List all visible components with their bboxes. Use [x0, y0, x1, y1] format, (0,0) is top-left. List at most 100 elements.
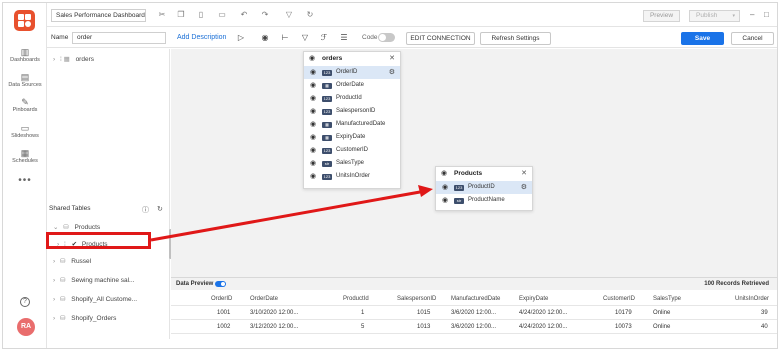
card-title: orders	[322, 55, 343, 62]
name-input[interactable]: order	[72, 32, 166, 44]
name-label: Name	[51, 34, 69, 41]
column-header[interactable]: SalesType	[653, 296, 681, 302]
column-header[interactable]: ManufacturedDate	[451, 296, 500, 302]
filter-icon[interactable]: ▽	[300, 32, 310, 43]
eye-icon[interactable]: ◉	[310, 157, 316, 170]
column-header[interactable]: UnitsInOrder	[735, 296, 769, 302]
shared-table-item[interactable]: ⌄ ⛁ Products	[53, 223, 100, 231]
redo-icon[interactable]: ↷	[260, 10, 270, 20]
field-row[interactable]: ◉ 123 CustomerID	[304, 144, 400, 157]
eye-icon[interactable]: ◉	[442, 194, 448, 207]
eye-icon[interactable]: ◉	[442, 181, 448, 194]
field-row[interactable]: ◉ str ProductName	[436, 194, 532, 207]
settings-sliders-icon[interactable]: ☰	[339, 32, 349, 43]
save-button[interactable]: Save	[681, 32, 724, 45]
table-orders[interactable]: › ⁞ ▦ orders	[53, 55, 94, 63]
field-row[interactable]: ◉ 123 ProductId	[304, 92, 400, 105]
copy-icon[interactable]: ❐	[176, 10, 186, 20]
minimize-icon[interactable]: –	[750, 10, 754, 19]
field-row[interactable]: ◉ 123 UnitsInOrder	[304, 170, 400, 183]
field-row[interactable]: ◉ ▦ ExpiryDate	[304, 131, 400, 144]
close-icon[interactable]: ✕	[521, 167, 527, 181]
paste-icon[interactable]: ▯	[196, 10, 206, 20]
eye-icon[interactable]: ◉	[310, 92, 316, 105]
column-header[interactable]: OrderID	[211, 296, 232, 302]
numeric-type-icon: 123	[454, 184, 464, 191]
refresh-settings-button[interactable]: Refresh Settings	[480, 32, 551, 45]
shared-table-item[interactable]: › ⛁ Sewing machine sal...	[53, 276, 134, 284]
refresh-icon[interactable]: ↻	[305, 10, 315, 20]
column-header[interactable]: CustomerID	[603, 296, 635, 302]
nav-schedules[interactable]: ▦ Schedules	[3, 148, 47, 164]
eye-icon[interactable]: ◉	[310, 118, 316, 131]
filter-icon[interactable]: ▽	[284, 10, 294, 20]
table-cell: 1013	[417, 324, 431, 330]
cut-icon[interactable]: ✂	[157, 10, 167, 20]
eye-icon[interactable]: ◉	[260, 32, 270, 43]
top-toolbar: Sales Performance Dashboard ✂ ❐ ▯ ▭ ↶ ↷ …	[47, 3, 777, 27]
shared-table-item[interactable]: › ⛁ Shopify_Orders	[53, 314, 116, 322]
table-cell: 39	[761, 310, 768, 316]
field-row[interactable]: ◉ ▦ OrderDate	[304, 79, 400, 92]
field-row[interactable]: ◉ str SalesType	[304, 157, 400, 170]
eye-icon[interactable]: ◉	[310, 79, 316, 92]
data-preview-panel: Data Preview 100 Records Retrieved Order…	[171, 277, 777, 348]
cancel-button[interactable]: Cancel	[731, 32, 774, 45]
column-header[interactable]: OrderDate	[250, 296, 278, 302]
eye-icon[interactable]: ◉	[310, 144, 316, 157]
column-header[interactable]: ProductId	[343, 296, 369, 302]
info-icon[interactable]: ⓘ	[142, 205, 149, 215]
numeric-type-icon: 123	[322, 95, 332, 102]
relation-canvas[interactable]: ◉ orders ✕ ◉ 123 OrderID ⚙ ◉ ▦ OrderDate…	[171, 49, 777, 277]
eye-icon[interactable]: ◉	[441, 167, 447, 181]
column-icon[interactable]: ⊢	[280, 32, 290, 43]
nav-label: Pinboards	[12, 107, 38, 113]
products-table-card[interactable]: ◉ Products ✕ ◉ 123 ProductID ⚙ ◉ str Pro…	[435, 166, 533, 211]
shared-table-item[interactable]: › ⛁ Shopify_All Custome...	[53, 295, 137, 303]
nav-label: Data Sources	[8, 82, 42, 88]
add-description-link[interactable]: Add Description	[177, 34, 226, 41]
undo-icon[interactable]: ↶	[239, 10, 249, 20]
formula-icon[interactable]: ℱ	[319, 32, 329, 43]
delete-icon[interactable]: ▭	[217, 10, 227, 20]
eye-icon[interactable]: ◉	[310, 170, 316, 183]
field-name: ProductName	[468, 197, 505, 203]
app-logo[interactable]	[14, 10, 35, 31]
field-row[interactable]: ◉ 123 SalespersonID	[304, 105, 400, 118]
eye-icon[interactable]: ◉	[310, 105, 316, 118]
eye-icon[interactable]: ◉	[310, 131, 316, 144]
gear-icon[interactable]: ⚙	[389, 66, 395, 79]
data-preview-toggle[interactable]	[215, 281, 226, 287]
play-icon[interactable]: ▷	[236, 32, 246, 43]
database-icon: ⛁	[63, 224, 69, 231]
field-row[interactable]: ◉ 123 OrderID ⚙	[304, 66, 400, 79]
more-icon[interactable]: •••	[3, 175, 47, 186]
preview-button[interactable]: Preview	[643, 10, 680, 22]
column-header[interactable]: SalespersonID	[397, 296, 436, 302]
field-row[interactable]: ◉ 123 ProductID ⚙	[436, 181, 532, 194]
shared-table-item[interactable]: › ⛁ Russel	[53, 257, 91, 265]
nav-dashboards[interactable]: ▥ Dashboards	[3, 47, 47, 63]
edit-connection-button[interactable]: EDIT CONNECTION	[406, 32, 475, 45]
avatar[interactable]: RA	[17, 318, 35, 336]
refresh-icon[interactable]: ↻	[157, 205, 163, 213]
table-cell: 4/24/2020 12:00...	[519, 310, 568, 316]
column-header[interactable]: ExpiryDate	[519, 296, 548, 302]
help-icon[interactable]: ?	[20, 297, 30, 307]
eye-icon[interactable]: ◉	[310, 66, 316, 79]
nav-pinboards[interactable]: ✎ Pinboards	[3, 97, 47, 113]
orders-table-card[interactable]: ◉ orders ✕ ◉ 123 OrderID ⚙ ◉ ▦ OrderDate…	[303, 51, 401, 189]
numeric-type-icon: 123	[322, 147, 332, 154]
dashboard-title-input[interactable]: Sales Performance Dashboard	[51, 9, 146, 22]
maximize-icon[interactable]: □	[764, 10, 769, 19]
field-row[interactable]: ◉ ▦ ManufacturedDate	[304, 118, 400, 131]
publish-button[interactable]: Publish ▾	[689, 10, 740, 22]
nav-slideshows[interactable]: ▭ Slideshows	[3, 123, 47, 139]
close-icon[interactable]: ✕	[389, 52, 395, 66]
nav-data-sources[interactable]: ▤ Data Sources	[3, 72, 47, 88]
field-name: UnitsInOrder	[336, 173, 371, 179]
gear-icon[interactable]: ⚙	[521, 181, 527, 194]
eye-icon[interactable]: ◉	[309, 52, 315, 66]
code-toggle[interactable]	[378, 33, 395, 42]
table-label: orders	[75, 56, 94, 63]
